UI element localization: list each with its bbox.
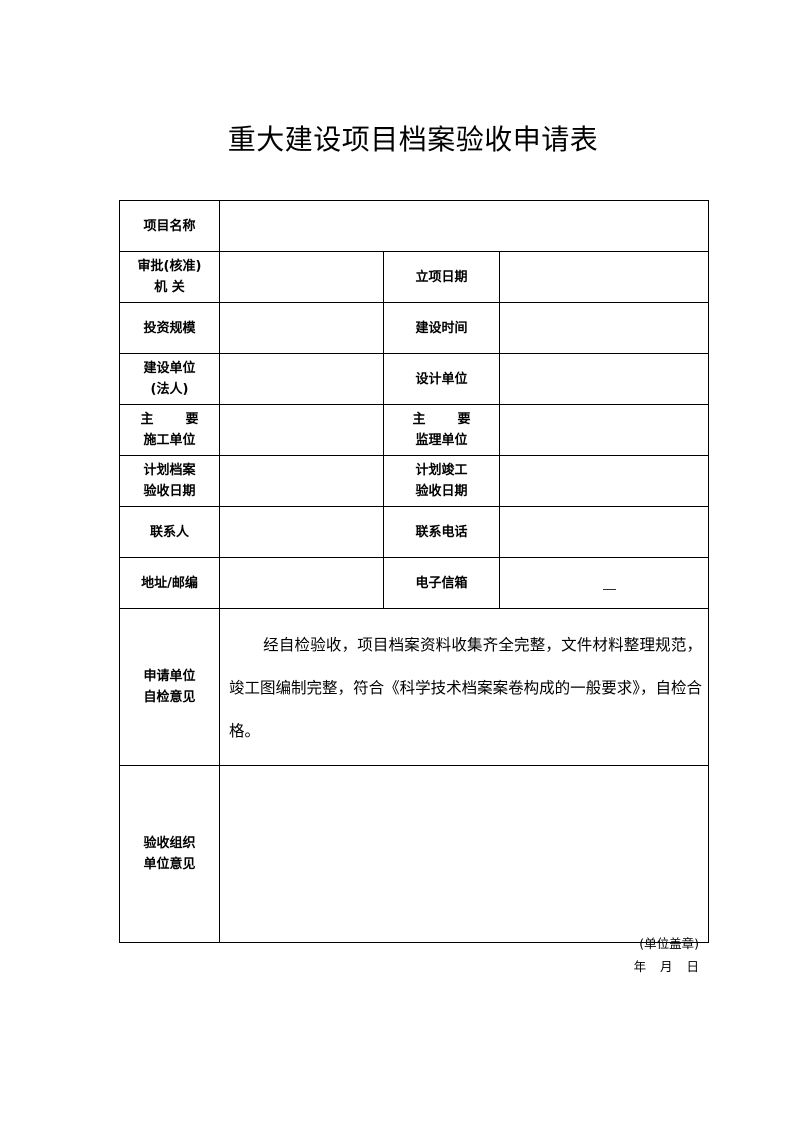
row-project-name: 项目名称 (119, 200, 710, 252)
investment-scale-label: 投资规模 (119, 302, 220, 354)
contact-phone-label: 联系电话 (383, 506, 500, 558)
main-supervisor-label-line2: 监理单位 (415, 433, 468, 448)
email-field[interactable] (498, 557, 710, 609)
label-line1: 申请单位 (143, 669, 196, 684)
seal-note: (单位盖章) (639, 936, 700, 951)
form-title: 重大建设项目档案验收申请表 (227, 123, 599, 156)
label-line2: 验收日期 (143, 484, 196, 499)
label-line2: 单位意见 (143, 857, 196, 872)
email-link-underline[interactable] (603, 588, 616, 590)
planned-completion-date-field[interactable] (498, 455, 710, 507)
row-address: 地址/邮编 电子信箱 (119, 557, 710, 609)
applicant-opinion-text: 经自检验收，项目档案资料收集齐全完整，文件材料整理规范，竣工图编制完整，符合《科… (229, 635, 703, 740)
builder-label-line2: (法人) (150, 382, 189, 397)
row-contractor: 主 要 施工单位 主 要 监理单位 (119, 404, 710, 456)
contact-phone-field[interactable] (498, 506, 710, 558)
approval-org-field[interactable] (219, 251, 384, 303)
builder-field[interactable] (219, 353, 384, 405)
row-planned-dates: 计划档案 验收日期 计划竣工 验收日期 (119, 455, 710, 507)
label-line1: 计划竣工 (415, 463, 468, 478)
label-part: 主 (140, 412, 168, 427)
label-part: 要 (457, 412, 471, 427)
establish-date-label: 立项日期 (383, 251, 500, 303)
builder-label: 建设单位 (法人) (119, 353, 220, 405)
label-line1: 计划档案 (143, 463, 196, 478)
project-name-field[interactable] (218, 200, 710, 252)
planned-archive-date-label: 计划档案 验收日期 (119, 455, 220, 507)
applicant-opinion-field[interactable]: 经自检验收，项目档案资料收集齐全完整，文件材料整理规范，竣工图编制完整，符合《科… (218, 608, 710, 766)
application-form-table: 项目名称 审批(核准) 机 关 立项日期 投资规模 建设时间 建设单位 (法人)… (119, 200, 710, 974)
investment-scale-field[interactable] (219, 302, 384, 354)
designer-field[interactable] (498, 353, 710, 405)
main-supervisor-label: 主 要 监理单位 (383, 404, 500, 456)
contact-person-label: 联系人 (119, 506, 220, 558)
planned-archive-date-field[interactable] (219, 455, 384, 507)
label-line2: 自检意见 (143, 690, 196, 705)
email-label: 电子信箱 (383, 557, 500, 609)
main-contractor-label-line2: 施工单位 (143, 433, 196, 448)
row-applicant-opinion: 申请单位 自检意见 经自检验收，项目档案资料收集齐全完整，文件材料整理规范，竣工… (119, 608, 710, 766)
construction-time-field[interactable] (498, 302, 710, 354)
approval-org-label-line2: 机 关 (154, 280, 185, 295)
acceptance-org-opinion-field[interactable]: (单位盖章) 年 月 日 (218, 765, 710, 974)
project-name-label: 项目名称 (119, 200, 220, 252)
label-line1: 验收组织 (143, 836, 196, 851)
approval-org-label: 审批(核准) 机 关 (119, 251, 220, 303)
label-part: 主 (412, 412, 440, 427)
applicant-opinion-label: 申请单位 自检意见 (119, 608, 220, 766)
row-approval: 审批(核准) 机 关 立项日期 (119, 251, 710, 303)
contact-person-field[interactable] (219, 506, 384, 558)
main-contractor-label: 主 要 施工单位 (119, 404, 220, 456)
main-contractor-field[interactable] (219, 404, 384, 456)
builder-label-line1: 建设单位 (143, 361, 196, 376)
label-part: 要 (185, 412, 199, 427)
row-contact: 联系人 联系电话 (119, 506, 710, 558)
address-zip-field[interactable] (219, 557, 384, 609)
planned-completion-date-label: 计划竣工 验收日期 (383, 455, 500, 507)
row-investment: 投资规模 建设时间 (119, 302, 710, 354)
designer-label: 设计单位 (383, 353, 500, 405)
main-supervisor-field[interactable] (498, 404, 710, 456)
approval-org-label-line1: 审批(核准) (137, 259, 202, 274)
date-line: 年 月 日 (633, 959, 700, 974)
construction-time-label: 建设时间 (383, 302, 500, 354)
address-zip-label: 地址/邮编 (119, 557, 220, 609)
label-line2: 验收日期 (415, 484, 468, 499)
row-acceptance-org-opinion: 验收组织 单位意见 (单位盖章) 年 月 日 (119, 765, 710, 974)
establish-date-field[interactable] (498, 251, 710, 303)
acceptance-org-opinion-label: 验收组织 单位意见 (119, 765, 220, 943)
row-builder: 建设单位 (法人) 设计单位 (119, 353, 710, 405)
